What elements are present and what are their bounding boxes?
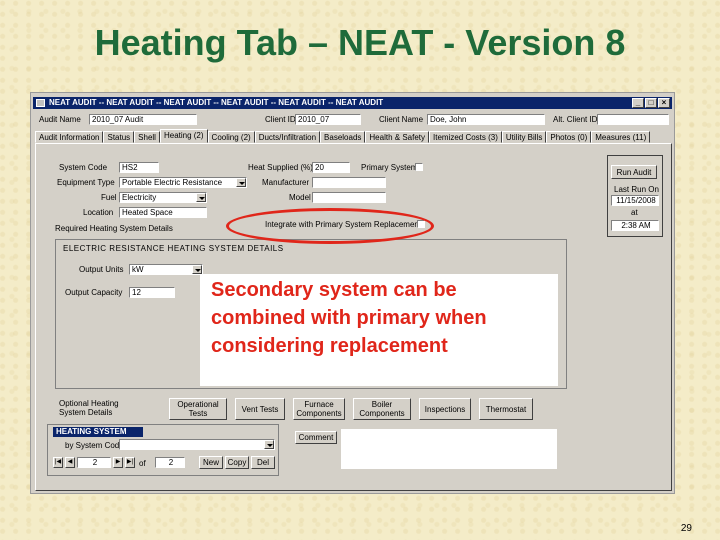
audit-name-field[interactable]: 2010_07 Audit <box>89 114 197 125</box>
highlight-ellipse <box>226 208 434 244</box>
chevron-down-icon[interactable] <box>264 440 274 449</box>
manufacturer-field[interactable] <box>312 177 386 188</box>
last-record-icon[interactable]: ▶| <box>125 457 135 468</box>
client-id-label: Client ID <box>265 115 296 124</box>
first-record-icon[interactable]: |◀ <box>53 457 63 468</box>
record-number-field[interactable]: 2 <box>77 457 111 468</box>
chevron-down-icon[interactable] <box>236 178 246 187</box>
details-group-title: ELECTRIC RESISTANCE HEATING SYSTEM DETAI… <box>63 244 284 253</box>
tab-ducts-infiltration[interactable]: Ducts/Infiltration <box>254 131 321 143</box>
callout-text: Secondary system can be combined with pr… <box>211 276 571 360</box>
callout-line-1: Secondary system can be <box>211 279 457 301</box>
equipment-type-value: Portable Electric Resistance <box>122 178 223 187</box>
heat-supplied-label: Heat Supplied (%) <box>248 163 313 172</box>
manufacturer-label: Manufacturer <box>262 178 310 187</box>
chevron-down-icon[interactable] <box>192 265 202 274</box>
tab-photos[interactable]: Photos (0) <box>546 131 592 143</box>
slide-title: Heating Tab – NEAT - Version 8 <box>94 22 626 63</box>
location-value: Heated Space <box>122 208 173 217</box>
location-label: Location <box>83 208 114 217</box>
comment-area[interactable] <box>341 429 557 469</box>
client-name-label: Client Name <box>379 115 424 124</box>
by-system-code-label: by System Code <box>65 441 124 450</box>
heating-system-header: HEATING SYSTEM <box>53 427 143 437</box>
record-total-field: 2 <box>155 457 185 468</box>
next-record-icon[interactable]: ▶ <box>113 457 123 468</box>
equipment-type-select[interactable]: Portable Electric Resistance <box>119 177 247 188</box>
vent-tests-button[interactable]: Vent Tests <box>235 398 285 420</box>
client-id-field[interactable]: 2010_07 <box>295 114 361 125</box>
furnace-components-button[interactable]: Furnace Components <box>293 398 345 420</box>
callout-line-3: considering replacement <box>211 335 448 357</box>
fuel-select[interactable]: Electricity <box>119 192 207 203</box>
location-select[interactable]: Heated Space <box>119 207 207 218</box>
output-units-select[interactable]: kW <box>129 264 203 275</box>
inspections-button[interactable]: Inspections <box>419 398 471 420</box>
tab-utility-bills[interactable]: Utility Bills <box>501 131 547 143</box>
model-label: Model <box>289 193 311 202</box>
audit-name-label: Audit Name <box>39 115 81 124</box>
thermostat-button[interactable]: Thermostat <box>479 398 533 420</box>
operational-tests-button[interactable]: Operational Tests <box>169 398 227 420</box>
alt-client-id-label: Alt. Client ID <box>553 115 598 124</box>
output-capacity-field[interactable]: 12 <box>129 287 175 298</box>
minimize-button[interactable]: _ <box>632 98 644 108</box>
primary-system-label: Primary System <box>361 163 418 172</box>
tab-cooling[interactable]: Cooling (2) <box>207 131 255 143</box>
output-units-label: Output Units <box>79 265 124 274</box>
output-units-value: kW <box>132 265 144 274</box>
record-of-label: of <box>139 459 146 468</box>
last-run-label: Last Run On <box>614 185 659 194</box>
system-code-combo[interactable] <box>119 439 275 450</box>
copy-record-button[interactable]: Copy <box>225 456 249 469</box>
last-run-at: at <box>631 208 638 217</box>
window-controls: _ □ × <box>632 98 670 108</box>
tab-shell[interactable]: Shell <box>134 131 160 143</box>
close-button[interactable]: × <box>658 98 670 108</box>
page-number: 29 <box>680 523 692 534</box>
tab-measures[interactable]: Measures (11) <box>591 131 651 143</box>
system-code-label: System Code <box>59 163 108 172</box>
tab-health-safety[interactable]: Health & Safety <box>365 131 429 143</box>
tab-status[interactable]: Status <box>103 131 135 143</box>
heat-supplied-field[interactable]: 20 <box>312 162 350 173</box>
system-code-field[interactable]: HS2 <box>119 162 159 173</box>
new-record-button[interactable]: New <box>199 456 223 469</box>
fuel-label: Fuel <box>101 193 117 202</box>
primary-system-checkbox[interactable] <box>415 163 423 171</box>
last-run-date: 11/15/2008 <box>611 195 659 206</box>
model-field[interactable] <box>312 192 386 203</box>
alt-client-id-field[interactable] <box>597 114 669 125</box>
window-title: NEAT AUDIT -- NEAT AUDIT -- NEAT AUDIT -… <box>49 98 384 107</box>
callout-line-2: combined with primary when <box>211 307 487 329</box>
tab-itemized-costs[interactable]: Itemized Costs (3) <box>429 131 502 143</box>
optional-details-label: Optional Heating System Details <box>59 399 119 417</box>
window-titlebar: NEAT AUDIT -- NEAT AUDIT -- NEAT AUDIT -… <box>33 97 672 109</box>
output-capacity-label: Output Capacity <box>65 288 123 297</box>
required-details-label: Required Heating System Details <box>55 224 173 233</box>
boiler-components-button[interactable]: Boiler Components <box>353 398 411 420</box>
tab-baseloads[interactable]: Baseloads <box>320 131 366 143</box>
tab-audit-information[interactable]: Audit Information <box>35 131 104 143</box>
run-audit-button[interactable]: Run Audit <box>611 165 657 179</box>
prev-record-icon[interactable]: ◀ <box>65 457 75 468</box>
delete-record-button[interactable]: Del <box>251 456 275 469</box>
app-icon <box>36 99 45 107</box>
equipment-type-label: Equipment Type <box>57 178 115 187</box>
chevron-down-icon[interactable] <box>196 193 206 202</box>
tab-heating[interactable]: Heating (2) <box>159 129 208 143</box>
maximize-button[interactable]: □ <box>645 98 657 108</box>
fuel-value: Electricity <box>122 193 157 202</box>
comment-button[interactable]: Comment <box>295 431 337 444</box>
client-name-field[interactable]: Doe, John <box>427 114 545 125</box>
last-run-time: 2:38 AM <box>611 220 659 231</box>
